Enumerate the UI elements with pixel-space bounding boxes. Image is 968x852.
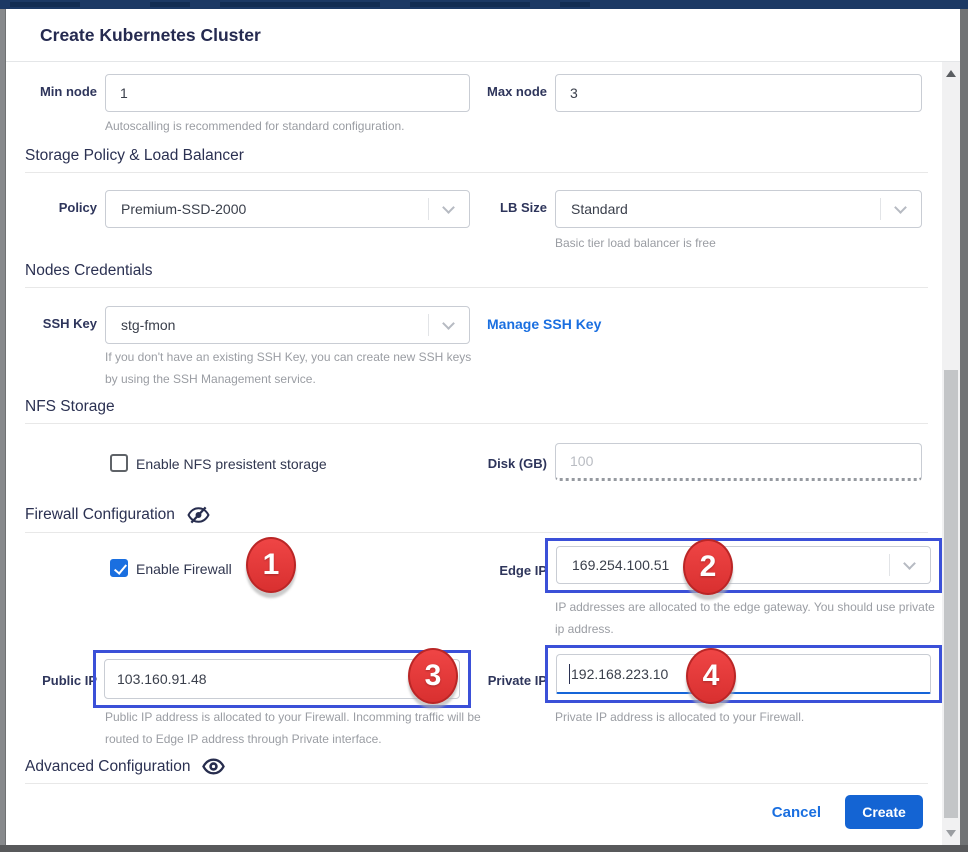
dialog-footer: Cancel Create [772,795,923,829]
step-badge-3: 3 [408,648,458,704]
scrollbar-up-arrow-icon[interactable] [946,70,956,77]
policy-select-value: Premium-SSD-2000 [121,201,246,217]
public-ip-input[interactable]: 103.160.91.48 [104,659,460,699]
backdrop-right [960,9,968,852]
scrollbar-thumb[interactable] [944,370,958,818]
lb-size-label: LB Size [456,200,547,215]
ssh-key-select-value: stg-fmon [121,317,175,333]
edge-ip-select-value: 169.254.100.51 [572,557,669,573]
private-ip-label: Private IP [456,673,547,688]
edge-ip-helper-text: IP addresses are allocated to the edge g… [555,596,947,640]
chevron-down-icon[interactable] [880,198,920,220]
dialog-body: Min node Max node Autoscalling is recomm… [6,62,960,845]
private-ip-annotation-box: 192.168.223.10 [545,645,942,703]
public-ip-label: Public IP [6,673,97,688]
dialog-scroll-content: Min node Max node Autoscalling is recomm… [6,62,942,845]
edge-ip-select[interactable]: 169.254.100.51 [556,546,931,584]
manage-ssh-key-link[interactable]: Manage SSH Key [487,316,601,332]
lb-helper-text: Basic tier load balancer is free [555,232,935,254]
nfs-storage-checkbox-label: Enable NFS presistent storage [136,456,327,472]
eye-off-icon[interactable] [187,505,210,525]
min-node-label: Min node [6,84,97,99]
nfs-storage-checkbox[interactable] [110,454,128,472]
ssh-key-label: SSH Key [6,316,97,331]
eye-icon[interactable] [202,757,225,776]
policy-label: Policy [6,200,97,215]
step-badge-2: 2 [683,539,733,595]
private-ip-input[interactable]: 192.168.223.10 [556,654,931,694]
cancel-button[interactable]: Cancel [772,804,821,821]
background-page-header [0,0,968,9]
max-node-input[interactable] [555,74,922,112]
private-ip-helper-text: Private IP address is allocated to your … [555,706,947,728]
min-node-input[interactable] [105,74,470,112]
chevron-down-icon[interactable] [428,314,468,336]
scrollbar-down-arrow-icon[interactable] [946,830,956,837]
public-ip-helper-text: Public IP address is allocated to your F… [105,706,497,750]
create-button[interactable]: Create [845,795,923,829]
max-node-label: Max node [456,84,547,99]
disk-gb-label: Disk (GB) [456,456,547,471]
firewall-section-title: Firewall Configuration [25,505,928,533]
dialog-header: Create Kubernetes Cluster [6,9,960,62]
private-ip-input-value: 192.168.223.10 [571,666,668,682]
edge-ip-annotation-box: 169.254.100.51 [545,538,942,593]
backdrop-bottom [0,845,968,852]
nfs-storage-section-title: NFS Storage [25,398,928,424]
nodes-credentials-section-title: Nodes Credentials [25,262,928,288]
advanced-section-title: Advanced Configuration [25,757,928,784]
enable-firewall-checkbox[interactable] [110,559,128,577]
text-cursor [569,664,570,684]
autoscaling-helper-text: Autoscalling is recommended for standard… [105,115,485,137]
disk-gb-input[interactable] [555,443,922,481]
chevron-down-icon[interactable] [889,554,929,576]
dialog-title: Create Kubernetes Cluster [40,25,261,46]
step-badge-4: 4 [686,648,736,704]
ssh-key-select[interactable]: stg-fmon [105,306,470,344]
storage-lb-section-title: Storage Policy & Load Balancer [25,147,928,173]
ssh-helper-text: If you don't have an existing SSH Key, y… [105,346,483,390]
policy-select[interactable]: Premium-SSD-2000 [105,190,470,228]
public-ip-input-value: 103.160.91.48 [117,671,207,687]
lb-size-select-value: Standard [571,201,628,217]
enable-firewall-checkbox-label: Enable Firewall [136,561,232,577]
edge-ip-label: Edge IP [456,563,547,578]
dialog-scrollbar[interactable] [942,62,960,845]
step-badge-1: 1 [246,537,296,593]
lb-size-select[interactable]: Standard [555,190,922,228]
create-kubernetes-cluster-dialog: Create Kubernetes Cluster Min node Max n… [6,9,960,845]
